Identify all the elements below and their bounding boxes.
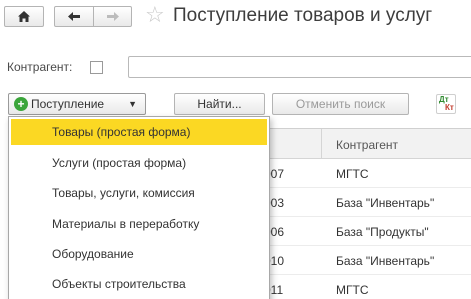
star-icon[interactable]: ☆ <box>145 2 165 28</box>
kontragent-label: Контрагент: <box>7 60 73 74</box>
row-kontragent: МГТС <box>336 283 369 297</box>
kontragent-checkbox[interactable] <box>90 61 103 74</box>
menu-item-equipment[interactable]: Оборудование <box>11 241 267 267</box>
chevron-down-icon: ▼ <box>128 99 137 109</box>
row-kontragent: База "Инвентарь" <box>336 196 435 210</box>
find-button[interactable]: Найти... <box>174 93 265 115</box>
postuplenie-button[interactable]: + Поступление ▼ <box>8 93 146 115</box>
dtkt-report-icon[interactable]: Дт Кт <box>436 94 456 114</box>
add-icon: + <box>14 97 28 111</box>
row-kontragent: МГТС <box>336 167 369 181</box>
navigation-buttons <box>54 6 132 27</box>
row-kontragent: База "Инвентарь" <box>336 254 435 268</box>
column-header-kontragent[interactable]: Контрагент <box>336 138 398 152</box>
back-button[interactable] <box>55 7 93 26</box>
arrow-right-icon <box>106 12 119 21</box>
menu-item-services-simple[interactable]: Услуги (простая форма) <box>11 150 267 176</box>
column-separator <box>321 129 322 159</box>
row-kontragent: База "Продукты" <box>336 225 429 239</box>
home-button[interactable] <box>4 6 44 27</box>
kontragent-field[interactable] <box>128 56 471 78</box>
postuplenie-label: Поступление <box>31 97 105 111</box>
forward-button[interactable] <box>93 7 131 26</box>
kt-label: Кт <box>445 103 454 112</box>
arrow-left-icon <box>68 12 80 21</box>
menu-item-construction-objects[interactable]: Объекты строительства <box>11 271 267 297</box>
menu-item-materials-processing[interactable]: Материалы в переработку <box>11 211 267 237</box>
page-title: Поступление товаров и услуг <box>173 5 433 26</box>
menu-item-goods-simple[interactable]: Товары (простая форма) <box>11 119 267 145</box>
home-icon <box>18 11 30 22</box>
cancel-search-button[interactable]: Отменить поиск <box>272 93 409 115</box>
menu-item-goods-services-commission[interactable]: Товары, услуги, комиссия <box>11 180 267 206</box>
postuplenie-dropdown-menu: Товары (простая форма) Услуги (простая ф… <box>8 116 270 299</box>
